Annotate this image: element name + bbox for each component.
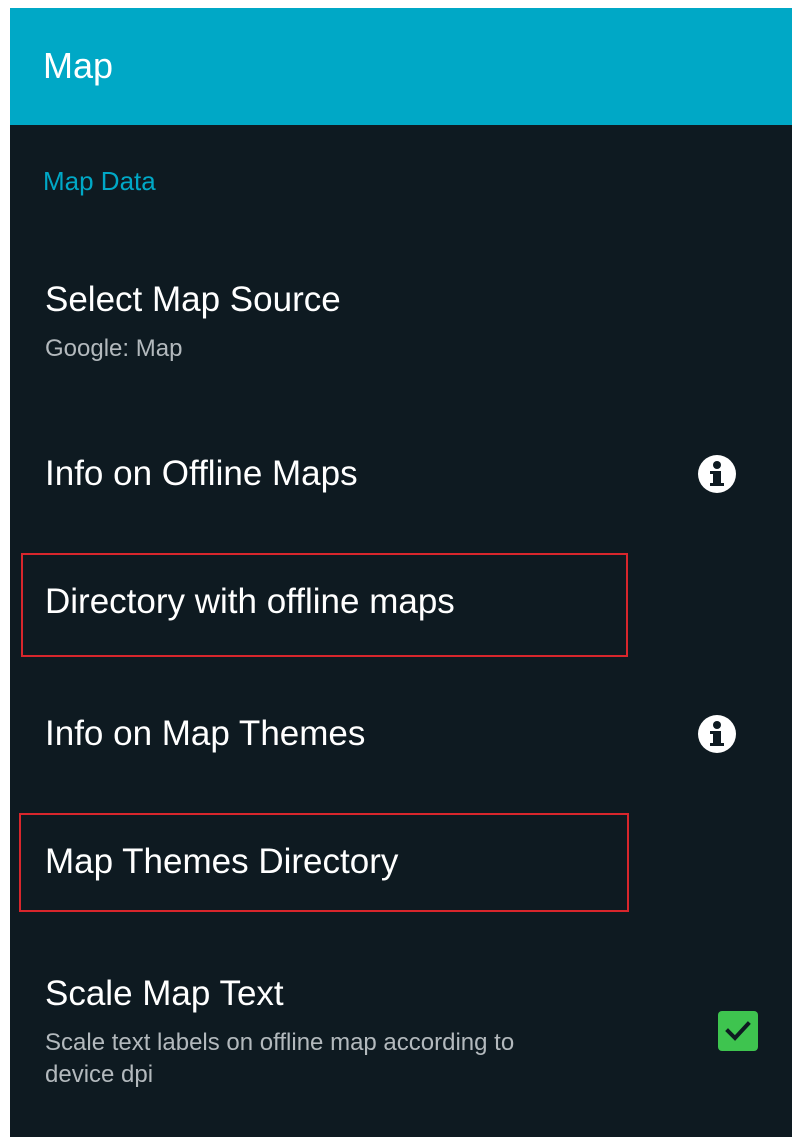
pref-scale-map-text[interactable]: Scale Map Text Scale text labels on offl… (10, 973, 792, 1123)
highlight-box (19, 813, 629, 912)
settings-screen: Map Map Data Select Map Source Google: M… (10, 8, 792, 1137)
pref-info-map-themes[interactable]: Info on Map Themes (10, 693, 792, 783)
pref-info-offline-maps[interactable]: Info on Offline Maps (10, 433, 792, 523)
app-bar-title: Map (43, 45, 114, 86)
pref-summary-line-1: Scale text labels on offline map accordi… (45, 1029, 515, 1056)
pref-select-map-source[interactable]: Select Map Source Google: Map (10, 273, 792, 383)
check-icon (725, 1021, 751, 1041)
info-icon[interactable] (698, 455, 736, 493)
pref-title: Scale Map Text (45, 974, 284, 1013)
pref-title: Info on Offline Maps (45, 454, 358, 493)
scale-map-text-checkbox[interactable] (718, 1011, 758, 1051)
app-bar: Map (10, 8, 792, 125)
pref-title: Info on Map Themes (45, 714, 366, 753)
info-icon[interactable] (698, 715, 736, 753)
pref-summary: Google: Map (45, 335, 183, 362)
section-header-map-data: Map Data (43, 166, 156, 196)
highlight-box (21, 553, 628, 657)
pref-summary-line-2: device dpi (45, 1061, 154, 1088)
pref-title: Select Map Source (45, 280, 341, 319)
